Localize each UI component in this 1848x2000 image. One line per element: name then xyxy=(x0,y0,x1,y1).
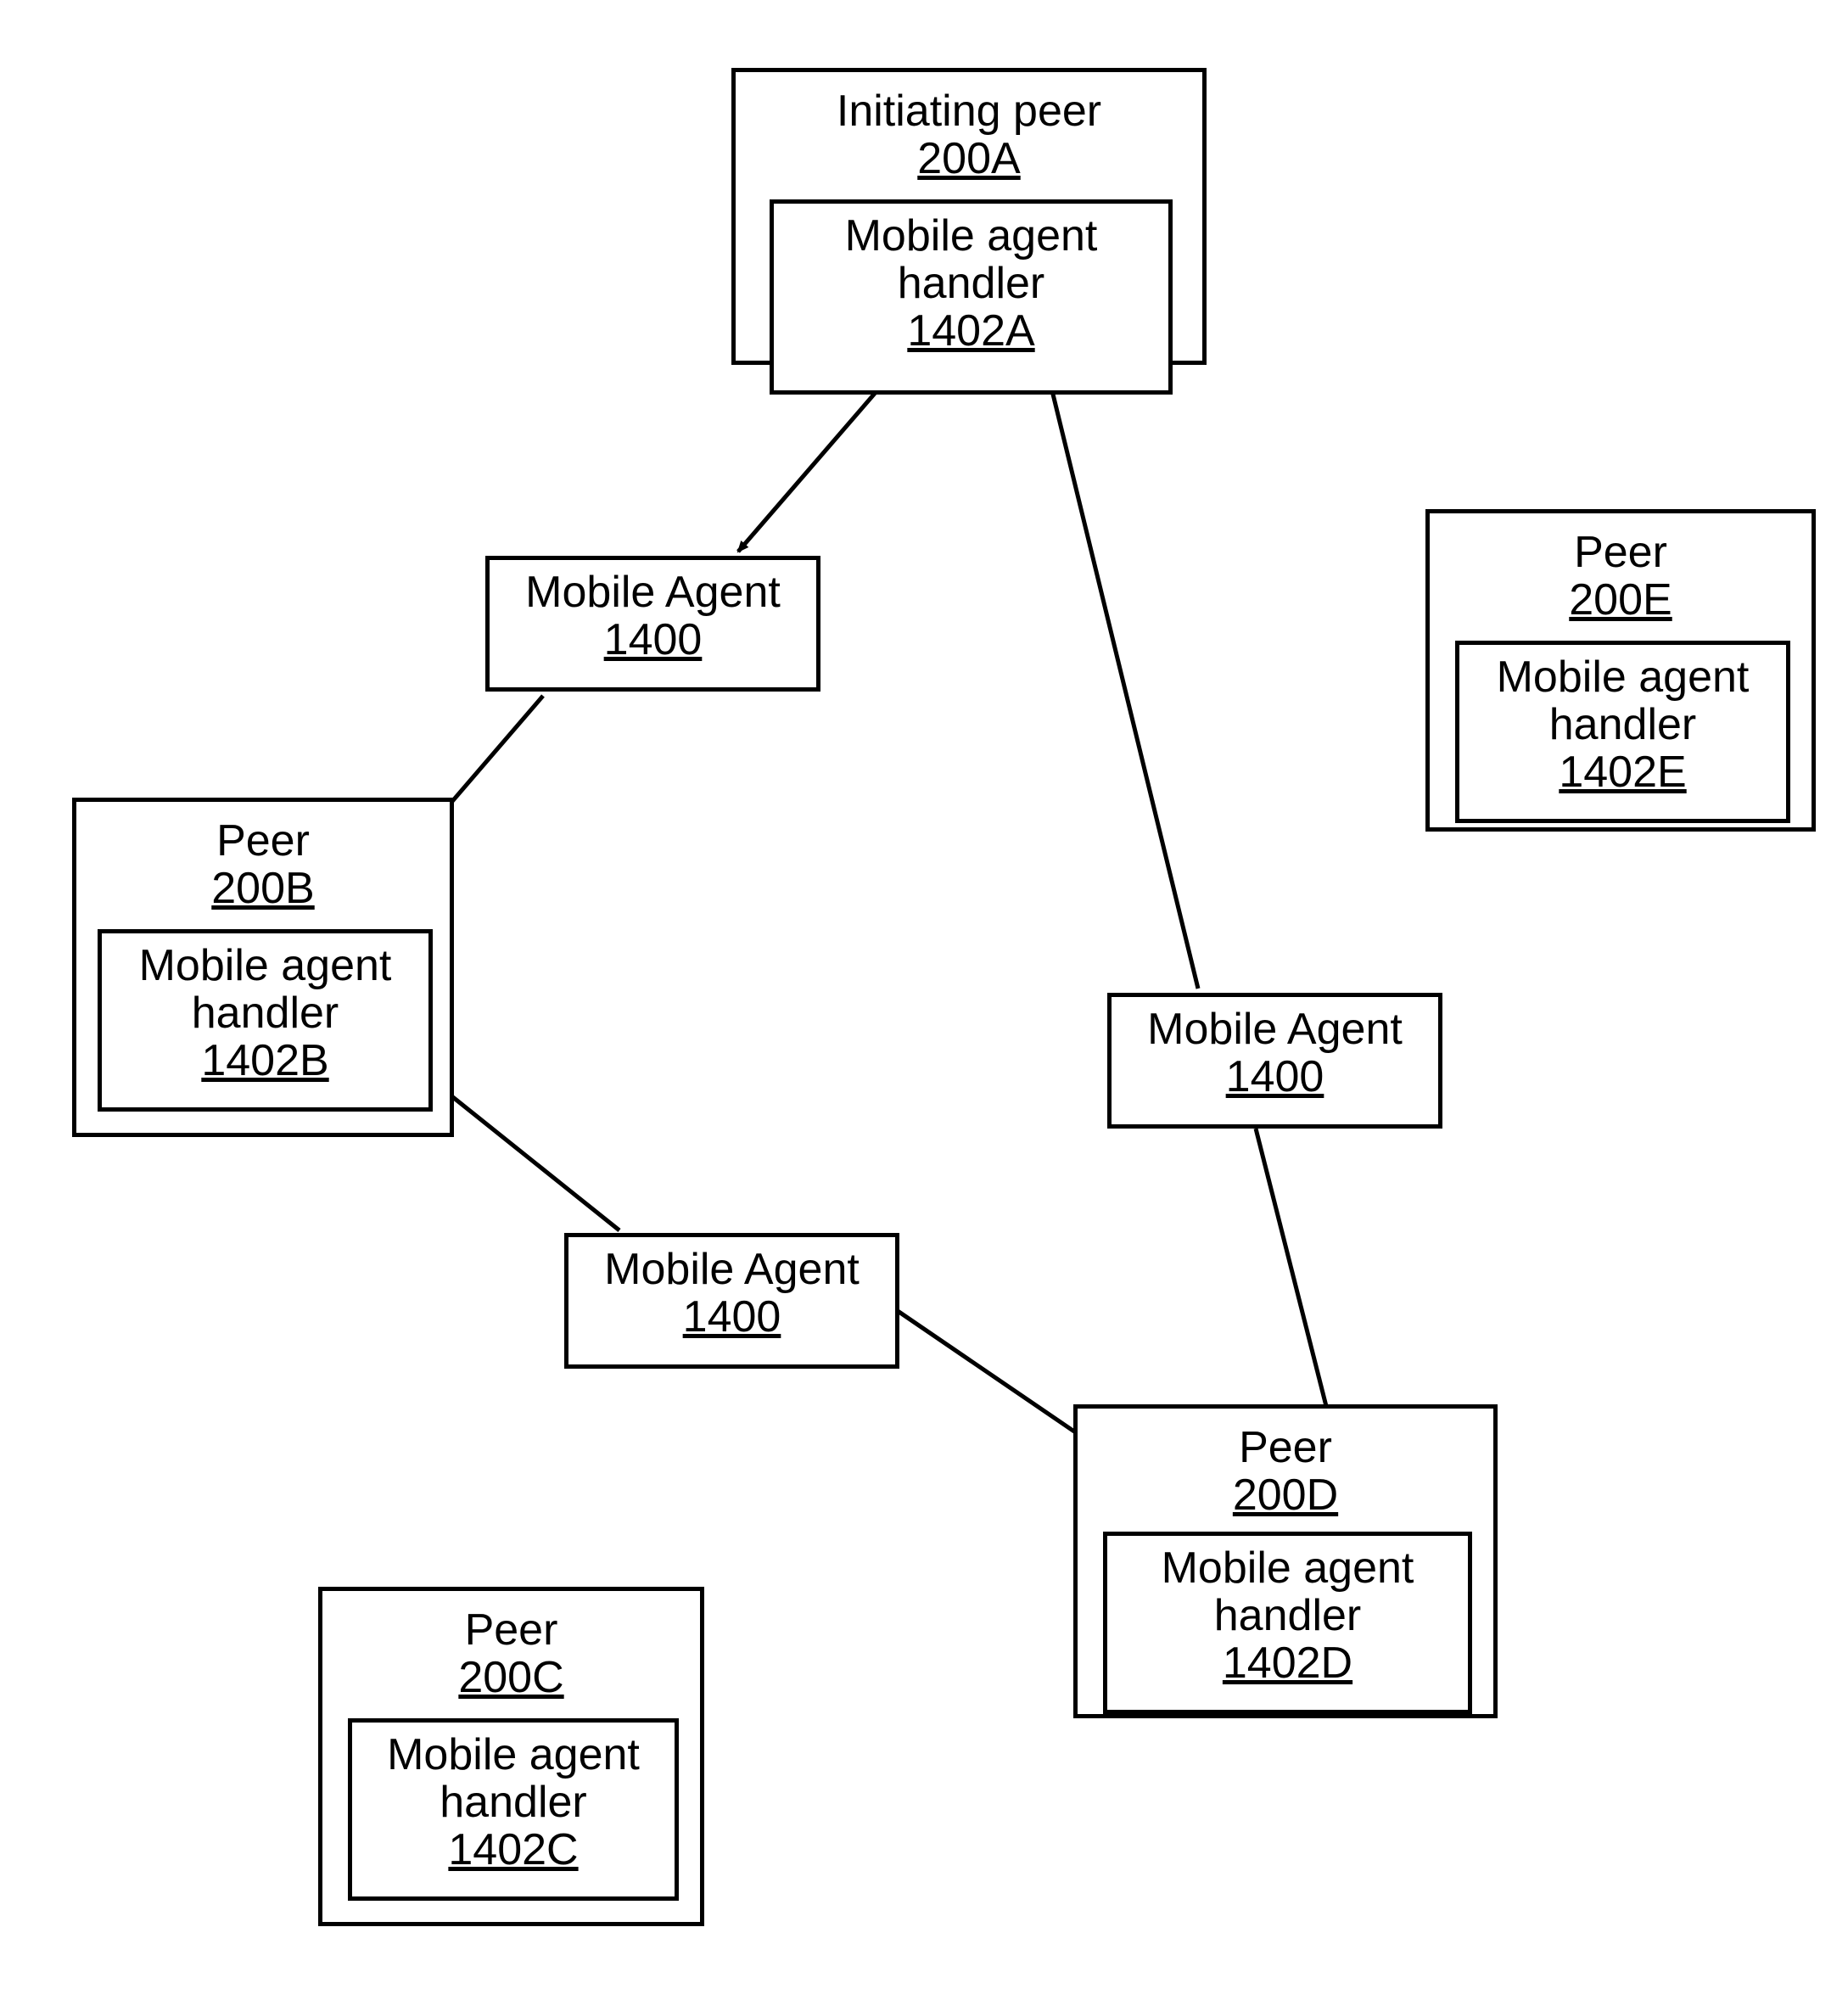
peer-c-handler-title-1: Mobile agent xyxy=(352,1731,675,1779)
diagram-stage: Initiating peer 200A Mobile agent handle… xyxy=(0,0,1848,2000)
peer-b-id: 200B xyxy=(76,865,450,912)
peer-e: Peer 200E Mobile agent handler 1402E xyxy=(1425,509,1816,832)
peer-a-handler-title-1: Mobile agent xyxy=(774,212,1168,260)
peer-b: Peer 200B Mobile agent handler 1402B xyxy=(72,798,454,1137)
peer-a: Initiating peer 200A Mobile agent handle… xyxy=(731,68,1207,365)
peer-e-title: Peer xyxy=(1430,529,1812,576)
mobile-agent-bd: Mobile Agent 1400 xyxy=(564,1233,899,1369)
mobile-agent-ab-id: 1400 xyxy=(490,616,816,664)
peer-a-id: 200A xyxy=(736,135,1202,182)
peer-a-title: Initiating peer xyxy=(736,87,1202,135)
mobile-agent-bd-title: Mobile Agent xyxy=(568,1246,895,1293)
mobile-agent-bd-id: 1400 xyxy=(568,1293,895,1341)
peer-c: Peer 200C Mobile agent handler 1402C xyxy=(318,1587,704,1926)
peer-b-handler-title-2: handler xyxy=(102,989,428,1037)
peer-c-id: 200C xyxy=(322,1654,700,1701)
peer-b-title: Peer xyxy=(76,817,450,865)
peer-c-handler: Mobile agent handler 1402C xyxy=(348,1718,679,1901)
peer-c-handler-id: 1402C xyxy=(352,1826,675,1874)
mobile-agent-da: Mobile Agent 1400 xyxy=(1107,993,1442,1129)
peer-c-title: Peer xyxy=(322,1606,700,1654)
peer-d-title: Peer xyxy=(1078,1424,1493,1471)
mobile-agent-ab-title: Mobile Agent xyxy=(490,569,816,616)
mobile-agent-ab: Mobile Agent 1400 xyxy=(485,556,820,692)
peer-d-handler-id: 1402D xyxy=(1107,1639,1468,1687)
peer-b-handler-id: 1402B xyxy=(102,1037,428,1084)
mobile-agent-da-id: 1400 xyxy=(1112,1053,1438,1101)
peer-a-handler: Mobile agent handler 1402A xyxy=(770,199,1173,395)
mobile-agent-da-title: Mobile Agent xyxy=(1112,1006,1438,1053)
peer-a-handler-title-2: handler xyxy=(774,260,1168,307)
peer-e-handler-title-1: Mobile agent xyxy=(1459,653,1786,701)
peer-d-id: 200D xyxy=(1078,1471,1493,1519)
peer-b-handler: Mobile agent handler 1402B xyxy=(98,929,433,1112)
peer-b-handler-title-1: Mobile agent xyxy=(102,942,428,989)
peer-e-handler-title-2: handler xyxy=(1459,701,1786,748)
peer-d-handler: Mobile agent handler 1402D xyxy=(1103,1532,1472,1714)
peer-a-handler-id: 1402A xyxy=(774,307,1168,355)
peer-d: Peer 200D Mobile agent handler 1402D xyxy=(1073,1404,1498,1718)
peer-e-handler-id: 1402E xyxy=(1459,748,1786,796)
peer-d-handler-title-1: Mobile agent xyxy=(1107,1544,1468,1592)
peer-c-handler-title-2: handler xyxy=(352,1779,675,1826)
peer-e-handler: Mobile agent handler 1402E xyxy=(1455,641,1790,823)
peer-d-handler-title-2: handler xyxy=(1107,1592,1468,1639)
peer-e-id: 200E xyxy=(1430,576,1812,624)
